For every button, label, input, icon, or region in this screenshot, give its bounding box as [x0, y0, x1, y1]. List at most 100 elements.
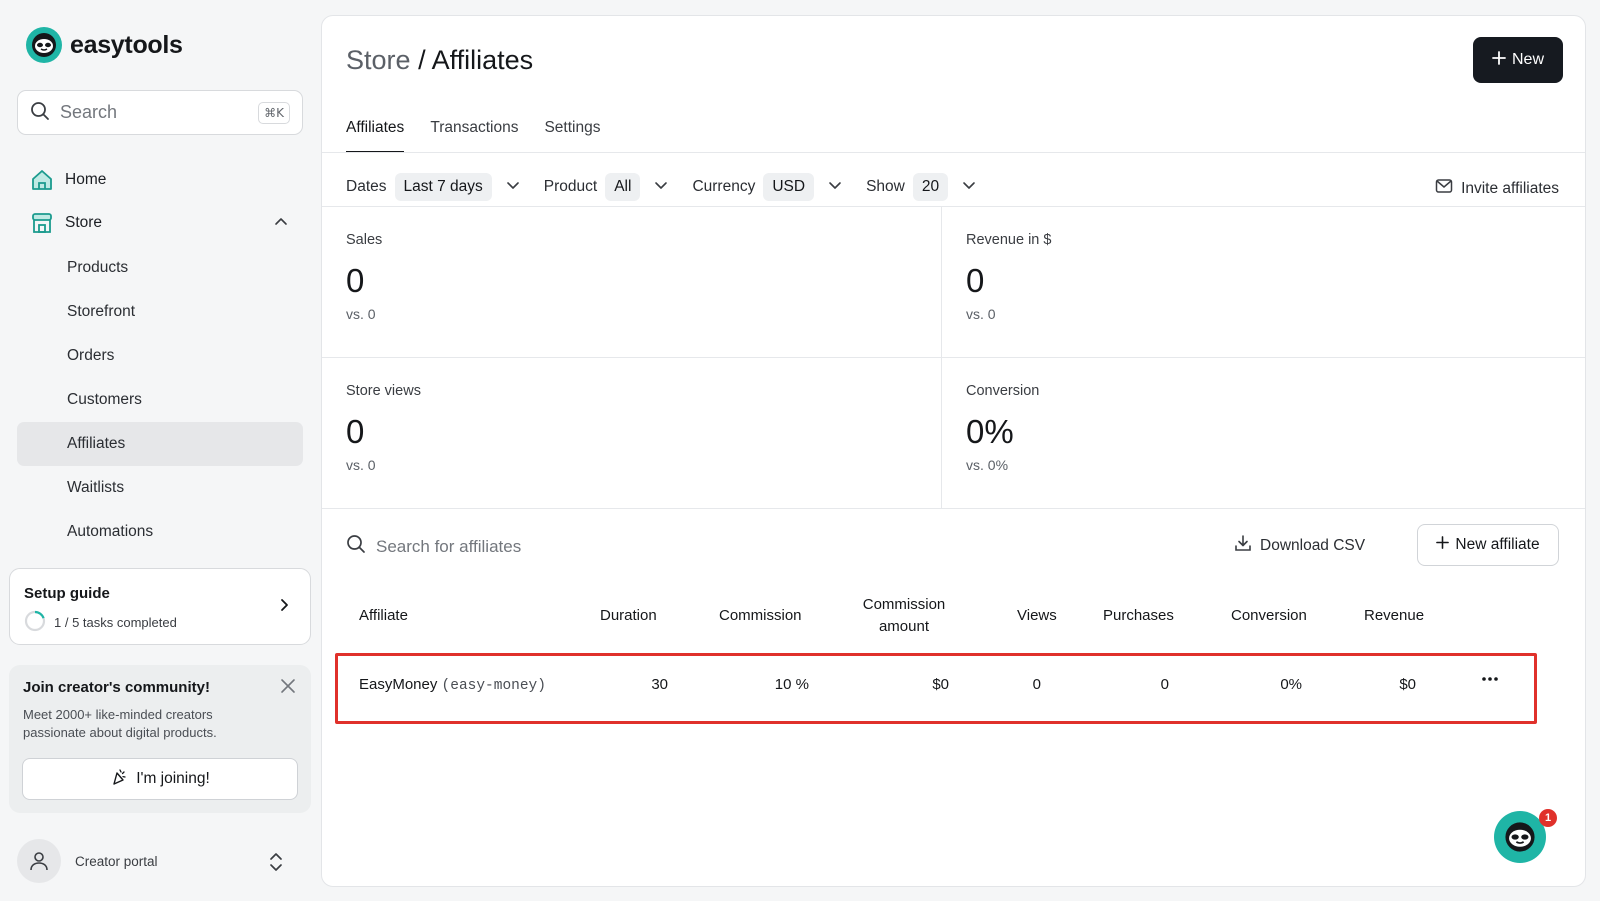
tab-transactions[interactable]: Transactions: [430, 119, 518, 153]
sidebar-item-home[interactable]: Home: [17, 158, 303, 202]
filter-value: USD: [763, 173, 815, 201]
notification-badge: 1: [1539, 809, 1557, 827]
home-icon: [29, 167, 55, 193]
sidebar-item-customers[interactable]: Customers: [17, 378, 303, 422]
chevron-down-icon: [654, 178, 668, 197]
logo[interactable]: easytools: [26, 27, 183, 63]
divider: [322, 508, 1585, 509]
sidebar-item-automations[interactable]: Automations: [17, 510, 303, 554]
main-panel: Store / Affiliates New Affiliates Transa…: [321, 15, 1586, 887]
sidebar-item-affiliates[interactable]: Affiliates: [17, 422, 303, 466]
tab-bar: Affiliates Transactions Settings: [346, 119, 600, 153]
stat-conversion: Conversion 0% vs. 0%: [942, 357, 1562, 507]
page-title: Store / Affiliates: [346, 45, 533, 76]
plus-icon: [1436, 536, 1450, 554]
sidebar-item-orders[interactable]: Orders: [17, 334, 303, 378]
chevron-up-down-icon: [267, 851, 285, 877]
divider: [941, 206, 942, 508]
portal-label: Creator portal: [75, 853, 158, 869]
setup-progress-text: 1 / 5 tasks completed: [54, 615, 177, 630]
search-shortcut: ⌘K: [258, 101, 290, 124]
show-filter[interactable]: Show 20: [866, 173, 976, 201]
filter-value: 20: [912, 173, 949, 201]
column-header-affiliate: Affiliate: [359, 607, 408, 624]
stat-revenue: Revenue in $ 0 vs. 0: [942, 206, 1562, 356]
new-affiliate-button[interactable]: New affiliate: [1417, 524, 1559, 566]
party-icon: [110, 768, 128, 791]
sidebar-item-label: Store: [65, 214, 103, 231]
setup-guide-card[interactable]: Setup guide 1 / 5 tasks completed: [9, 568, 311, 645]
search-placeholder: Search: [60, 102, 118, 122]
community-card: Join creator's community! Meet 2000+ lik…: [9, 665, 311, 813]
stat-compare: vs. 0: [966, 306, 996, 322]
affiliate-search-placeholder: Search for affiliates: [376, 536, 522, 556]
invite-affiliates-button[interactable]: Invite affiliates: [1435, 178, 1559, 199]
progress-ring-icon: [24, 610, 46, 635]
join-button-label: I'm joining!: [136, 770, 210, 787]
stat-value: 0: [966, 262, 985, 299]
stat-store-views: Store views 0 vs. 0: [322, 357, 942, 507]
sidebar-item-waitlists[interactable]: Waitlists: [17, 466, 303, 510]
tab-affiliates[interactable]: Affiliates: [346, 119, 405, 153]
close-icon[interactable]: [279, 677, 297, 699]
new-button[interactable]: New: [1473, 37, 1563, 83]
stat-compare: vs. 0: [346, 306, 376, 322]
download-icon: [1234, 534, 1252, 557]
stat-sales: Sales 0 vs. 0: [322, 206, 942, 356]
stat-value: 0: [346, 262, 365, 299]
stat-label: Conversion: [966, 383, 1040, 399]
dates-filter[interactable]: Dates Last 7 days: [346, 173, 520, 201]
stat-value: 0: [346, 413, 365, 450]
stat-label: Store views: [346, 383, 421, 399]
plus-icon: [1492, 50, 1506, 70]
breadcrumb-separator: /: [418, 45, 426, 75]
stat-label: Revenue in $: [966, 232, 1052, 248]
column-header-commission-amount: Commission amount: [844, 594, 964, 638]
tab-settings[interactable]: Settings: [544, 119, 600, 153]
stat-compare: vs. 0%: [966, 457, 1009, 473]
chevron-down-icon: [828, 178, 842, 197]
invite-label: Invite affiliates: [1461, 179, 1559, 197]
community-description: Meet 2000+ like-minded creators passiona…: [23, 707, 217, 740]
breadcrumb-store[interactable]: Store: [346, 45, 411, 75]
mail-icon: [1435, 178, 1453, 199]
filter-label: Currency: [692, 178, 756, 195]
sidebar-item-label: Home: [65, 171, 107, 188]
stat-value: 0%: [966, 413, 1014, 450]
search-input[interactable]: Search ⌘K: [17, 90, 303, 135]
column-header-purchases: Purchases: [1103, 607, 1174, 624]
row-highlight-box: [335, 653, 1537, 724]
column-header-conversion: Conversion: [1231, 607, 1307, 624]
store-icon: [29, 210, 55, 236]
setup-guide-title: Setup guide: [24, 585, 110, 602]
creator-portal-switcher[interactable]: Creator portal: [17, 839, 303, 883]
app-name: easytools: [70, 30, 183, 59]
new-affiliate-label: New affiliate: [1455, 536, 1540, 553]
sloth-icon: [1505, 822, 1535, 852]
chevron-down-icon: [962, 178, 976, 197]
column-header-revenue: Revenue: [1364, 607, 1425, 624]
column-header-duration: Duration: [600, 607, 657, 624]
chevron-up-icon[interactable]: [273, 214, 289, 235]
header-line: amount: [878, 618, 930, 635]
sidebar-item-storefront[interactable]: Storefront: [17, 290, 303, 334]
currency-filter[interactable]: Currency USD: [692, 173, 842, 201]
join-community-button[interactable]: I'm joining!: [22, 758, 298, 800]
product-filter[interactable]: Product All: [544, 173, 669, 201]
search-icon: [30, 101, 50, 125]
stat-label: Sales: [346, 232, 383, 248]
community-title: Join creator's community!: [23, 679, 210, 696]
download-csv-button[interactable]: Download CSV: [1234, 534, 1365, 557]
search-icon: [346, 534, 366, 559]
sloth-logo-icon: [26, 27, 62, 63]
filter-label: Dates: [346, 178, 387, 195]
header-line: Commission: [862, 596, 946, 613]
sidebar: easytools Search ⌘K Home Store Products …: [0, 0, 320, 901]
affiliate-search-input[interactable]: Search for affiliates: [346, 534, 521, 559]
filter-value: All: [605, 173, 641, 201]
filter-label: Show: [866, 178, 905, 195]
column-header-views: Views: [1017, 607, 1057, 624]
sidebar-item-store[interactable]: Store: [17, 201, 303, 245]
chevron-down-icon: [506, 178, 520, 197]
sidebar-item-products[interactable]: Products: [17, 246, 303, 290]
